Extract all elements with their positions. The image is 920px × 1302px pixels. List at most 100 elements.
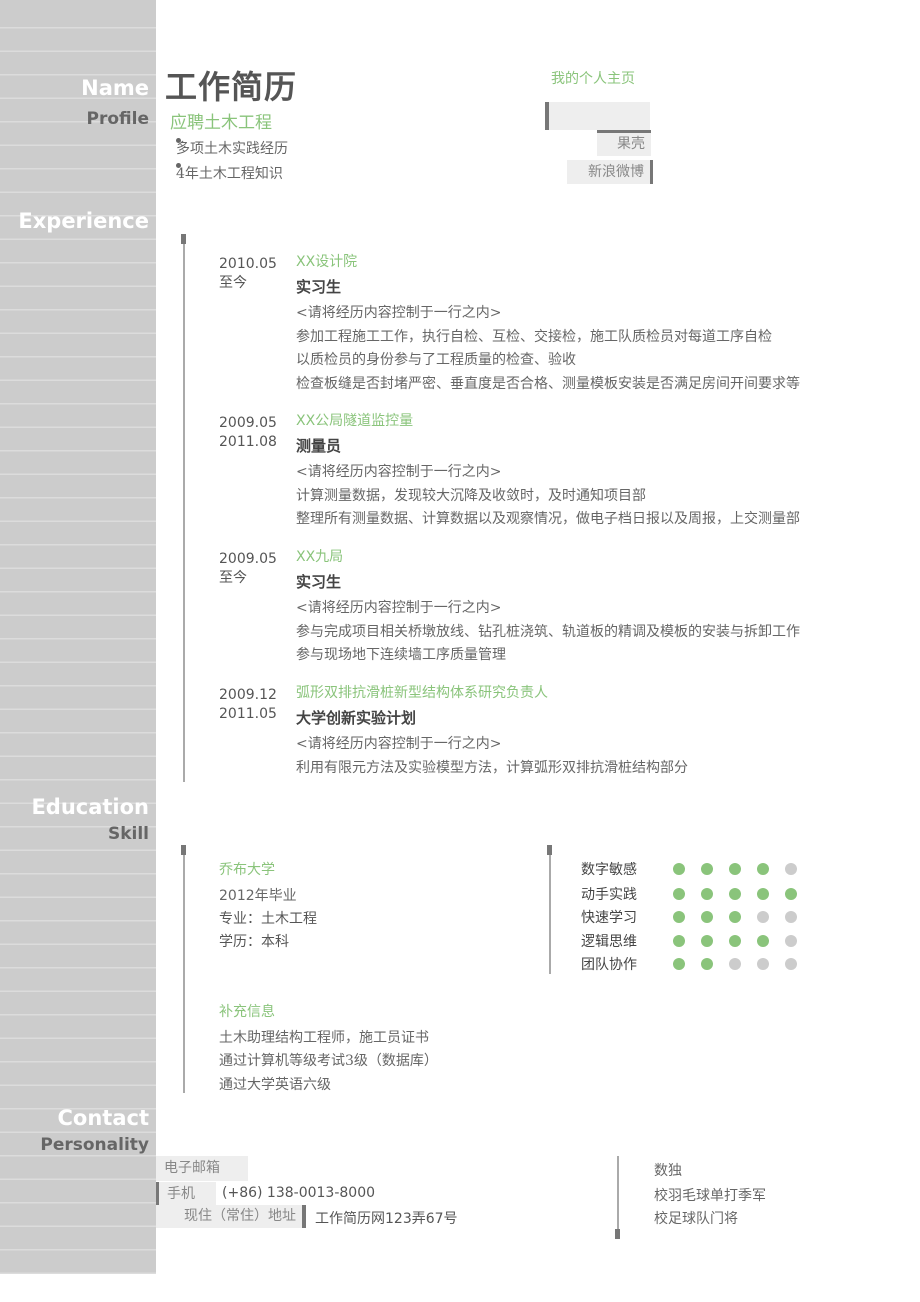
experience-timeline [183, 240, 185, 782]
skill-name: 团队协作 [581, 957, 637, 973]
skill-name: 动手实践 [581, 887, 637, 903]
skill-dot-empty-icon [757, 958, 769, 970]
sidebar-label-name: Name [81, 76, 149, 100]
timeline-cap [181, 234, 186, 244]
experience-detail: <请将经历内容控制于一行之内> [296, 305, 502, 321]
skill-dot-filled-icon [673, 888, 685, 900]
experience-detail: <请将经历内容控制于一行之内> [296, 736, 502, 752]
skill-name: 数字敏感 [581, 862, 637, 878]
homepage-link-blank[interactable] [545, 102, 650, 130]
skill-dot-filled-icon [673, 935, 685, 947]
skill-dot-empty-icon [785, 958, 797, 970]
phone-value: (+86) 138-0013-8000 [222, 1185, 376, 1201]
skill-dot-filled-icon [701, 935, 713, 947]
sidebar [0, 0, 156, 1274]
skill-dot-empty-icon [757, 911, 769, 923]
skill-dot-filled-icon [729, 935, 741, 947]
sidebar-label-contact: Contact [57, 1106, 150, 1130]
extra-info-line: 土木助理结构工程师，施工员证书 [219, 1030, 429, 1046]
personality-item: 校足球队门将 [654, 1211, 738, 1227]
role-title: 实习生 [296, 278, 342, 296]
phone-label: 手机 [156, 1182, 216, 1206]
organization: XX设计院 [296, 254, 358, 270]
skill-dot-filled-icon [729, 888, 741, 900]
skill-dot-filled-icon [785, 888, 797, 900]
address-label: 现住（常住）地址 [156, 1205, 306, 1228]
personality-item: 校羽毛球单打季军 [654, 1188, 766, 1204]
skill-dot-filled-icon [757, 888, 769, 900]
education-timeline [183, 848, 185, 1093]
experience-detail: 检查板缝是否封堵严密、垂直度是否合格、测量模板安装是否满足房间开间要求等 [296, 375, 800, 392]
extra-info-line: 通过计算机等级考试3级（数据库） [219, 1053, 438, 1069]
skill-dot-filled-icon [701, 888, 713, 900]
skill-dot-filled-icon [673, 863, 685, 875]
skill-name: 快速学习 [581, 910, 637, 926]
skill-dot-filled-icon [673, 958, 685, 970]
sidebar-label-education: Education [31, 795, 149, 819]
skill-dot-filled-icon [701, 958, 713, 970]
date-end: 至今 [219, 570, 247, 586]
timeline-cap [615, 1229, 620, 1239]
sidebar-label-experience: Experience [18, 209, 149, 233]
skill-dot-filled-icon [757, 935, 769, 947]
personality-item: 数独 [654, 1163, 682, 1179]
experience-detail: 参加工程施工工作，执行自检、互检、交接检，施工队质检员对每道工序自检 [296, 328, 772, 345]
profile-bullet: 4年土木工程知识 [176, 163, 283, 183]
role-title: 实习生 [296, 573, 342, 591]
skill-dot-filled-icon [701, 911, 713, 923]
experience-detail: 参与现场地下连续墙工序质量管理 [296, 647, 506, 663]
homepage-label: 我的个人主页 [551, 71, 635, 87]
organization: XX九局 [296, 549, 344, 565]
link-guokr[interactable]: 果壳 [597, 130, 651, 156]
date-end: 2011.08 [219, 434, 277, 450]
role-title: 测量员 [296, 437, 342, 455]
sidebar-label-skill: Skill [107, 824, 149, 844]
skill-dot-empty-icon [785, 935, 797, 947]
organization: 弧形双排抗滑桩新型结构体系研究负责人 [296, 685, 548, 701]
sidebar-label-personality: Personality [40, 1135, 149, 1155]
date-end: 2011.05 [219, 706, 277, 722]
extra-info-title: 补充信息 [219, 1004, 275, 1020]
role-title: 大学创新实验计划 [296, 709, 417, 727]
experience-detail: <请将经历内容控制于一行之内> [296, 600, 502, 616]
bullet-icon [176, 163, 181, 168]
skills-timeline [549, 848, 551, 974]
sidebar-label-profile: Profile [86, 109, 149, 129]
experience-detail: 利用有限元方法及实验模型方法，计算弧形双排抗滑桩结构部分 [296, 759, 688, 776]
extra-info-line: 通过大学英语六级 [219, 1077, 331, 1093]
address-value: 工作简历网123弄67号 [315, 1211, 458, 1227]
school-name: 乔布大学 [219, 862, 275, 878]
bullet-icon [176, 138, 181, 143]
major: 专业：土木工程 [219, 911, 317, 927]
timeline-cap [547, 845, 552, 855]
date-end: 至今 [219, 275, 247, 291]
date-start: 2010.05 [219, 256, 277, 272]
skill-dot-empty-icon [729, 958, 741, 970]
experience-detail: 以质检员的身份参与了工程质量的检查、验收 [296, 352, 576, 368]
date-start: 2009.05 [219, 551, 277, 567]
experience-detail: <请将经历内容控制于一行之内> [296, 464, 502, 480]
skill-dot-filled-icon [673, 911, 685, 923]
email-label: 电子邮箱 [156, 1156, 248, 1181]
page-title: 工作简历 [165, 68, 298, 106]
experience-detail: 计算测量数据，发现较大沉降及收敛时，及时通知项目部 [296, 487, 646, 504]
link-weibo[interactable]: 新浪微博 [567, 160, 653, 184]
job-objective: 应聘土木工程 [170, 113, 272, 133]
date-start: 2009.05 [219, 415, 277, 431]
profile-bullet: 多项土木实践经历 [176, 138, 288, 158]
degree: 学历：本科 [219, 934, 289, 950]
organization: XX公局隧道监控量 [296, 413, 414, 429]
skill-dot-filled-icon [729, 911, 741, 923]
graduation-year: 2012年毕业 [219, 888, 297, 904]
skill-dot-filled-icon [701, 863, 713, 875]
skill-dot-empty-icon [785, 911, 797, 923]
skill-dot-empty-icon [785, 863, 797, 875]
experience-detail: 整理所有测量数据、计算数据以及观察情况，做电子档日报以及周报，上交测量部 [296, 511, 800, 527]
personality-timeline [617, 1156, 619, 1238]
skill-dot-filled-icon [757, 863, 769, 875]
date-start: 2009.12 [219, 687, 277, 703]
skill-dot-filled-icon [729, 863, 741, 875]
skill-name: 逻辑思维 [581, 934, 637, 950]
experience-detail: 参与完成项目相关桥墩放线、钻孔桩浇筑、轨道板的精调及模板的安装与拆卸工作 [296, 623, 800, 640]
timeline-cap [181, 845, 186, 855]
